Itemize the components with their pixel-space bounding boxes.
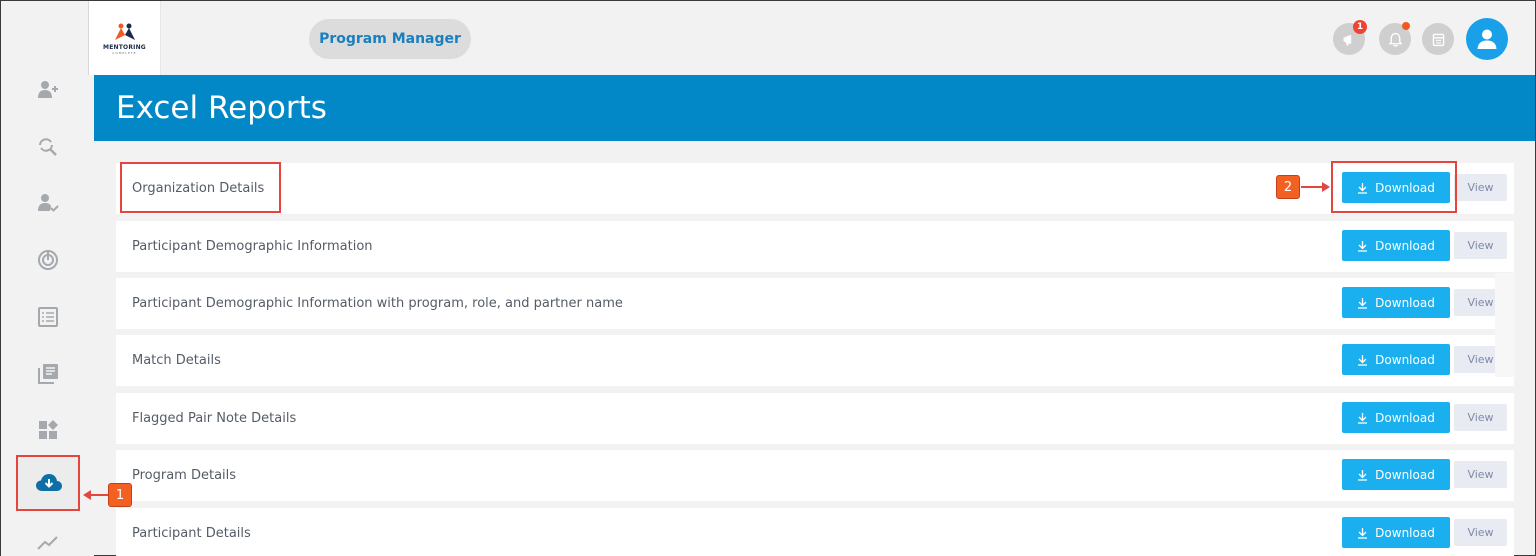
view-button[interactable]: View — [1454, 404, 1507, 431]
view-button[interactable]: View — [1454, 461, 1507, 488]
sidebar-item-widgets[interactable] — [33, 415, 63, 445]
view-button[interactable]: View — [1454, 519, 1507, 546]
sidebar-item-add-user[interactable] — [33, 75, 63, 105]
sidebar — [1, 75, 94, 556]
sidebar-item-user-check[interactable] — [33, 188, 63, 218]
download-label: Download — [1375, 238, 1435, 253]
download-label: Download — [1375, 525, 1435, 540]
download-button[interactable]: Download — [1342, 230, 1450, 261]
step-1-arrow-head — [83, 490, 91, 500]
notification-dot — [1402, 22, 1410, 30]
scroll-fade — [1495, 273, 1515, 377]
sidebar-item-target[interactable] — [33, 245, 63, 275]
target-icon — [38, 250, 58, 270]
logo-mark-icon — [114, 23, 135, 40]
report-name: Flagged Pair Note Details — [132, 411, 297, 426]
download-label: Download — [1375, 467, 1435, 482]
top-bar: MENTORING COMPLETE Program Manager 1 — [1, 1, 1535, 75]
user-check-icon — [38, 194, 59, 212]
report-row-participant-details: Participant Details Download View — [116, 508, 1514, 556]
calendar-icon — [1432, 33, 1444, 46]
report-row-match-details: Match Details Download View — [116, 335, 1514, 386]
download-button[interactable]: Download — [1342, 517, 1450, 548]
sidebar-item-library[interactable] — [33, 359, 63, 389]
report-row-participant-demographic-program-role-partner: Participant Demographic Information with… — [116, 278, 1514, 329]
role-switcher-button[interactable]: Program Manager — [309, 19, 471, 59]
calendar-button[interactable] — [1422, 23, 1454, 55]
download-icon — [1358, 297, 1368, 309]
logo-text: MENTORING — [103, 43, 146, 51]
download-button[interactable]: Download — [1342, 344, 1450, 375]
library-icon — [38, 364, 58, 384]
user-avatar-icon — [1477, 29, 1497, 49]
megaphone-icon — [1343, 34, 1351, 45]
list-icon — [38, 307, 58, 327]
announcement-count-badge: 1 — [1353, 20, 1367, 34]
report-name: Organization Details — [132, 181, 265, 196]
trend-icon — [37, 536, 58, 550]
step-2-arrow-line — [1301, 186, 1323, 188]
cloud-download-icon — [36, 474, 62, 491]
logo[interactable]: MENTORING COMPLETE — [88, 1, 161, 75]
report-name: Participant Demographic Information — [132, 239, 373, 254]
download-icon — [1358, 182, 1368, 194]
download-button[interactable]: Download — [1342, 172, 1450, 203]
report-name: Match Details — [132, 353, 221, 368]
download-button[interactable]: Download — [1342, 459, 1450, 490]
widgets-icon — [39, 420, 58, 439]
user-avatar[interactable] — [1466, 18, 1508, 60]
notifications-button[interactable] — [1379, 22, 1411, 55]
bell-icon — [1388, 32, 1402, 47]
page-title: Excel Reports — [94, 75, 1535, 141]
sidebar-item-search[interactable] — [33, 131, 63, 161]
sidebar-item-list[interactable] — [33, 302, 63, 332]
download-icon — [1358, 527, 1368, 539]
download-button[interactable]: Download — [1342, 402, 1450, 433]
report-row-flagged-pair-note-details: Flagged Pair Note Details Download View — [116, 393, 1514, 444]
download-icon — [1358, 240, 1368, 252]
download-label: Download — [1375, 295, 1435, 310]
download-icon — [1358, 412, 1368, 424]
download-label: Download — [1375, 352, 1435, 367]
sidebar-item-trends[interactable] — [33, 527, 63, 556]
view-button[interactable]: View — [1454, 232, 1507, 259]
report-row-organization-details: Organization Details Download View — [116, 163, 1514, 214]
download-label: Download — [1375, 180, 1435, 195]
report-name: Participant Demographic Information with… — [132, 296, 623, 311]
report-row-participant-demographic-information: Participant Demographic Information Down… — [116, 221, 1514, 272]
download-icon — [1358, 469, 1368, 481]
step-2-arrow-head — [1322, 182, 1330, 192]
step-1-callout: 1 — [108, 483, 132, 507]
add-user-icon — [38, 81, 58, 98]
report-name: Program Details — [132, 468, 237, 483]
report-row-program-details: Program Details Download View — [116, 450, 1514, 501]
search-refresh-icon — [39, 138, 57, 156]
step-1-arrow-line — [90, 494, 108, 496]
download-button[interactable]: Download — [1342, 287, 1450, 318]
view-button[interactable]: View — [1454, 174, 1507, 201]
step-2-callout: 2 — [1276, 175, 1300, 199]
download-icon — [1358, 354, 1368, 366]
sidebar-item-excel-reports[interactable] — [16, 455, 80, 511]
logo-subtext: COMPLETE — [112, 50, 137, 55]
download-label: Download — [1375, 410, 1435, 425]
report-name: Participant Details — [132, 526, 251, 541]
announcements-button[interactable]: 1 — [1333, 20, 1367, 55]
